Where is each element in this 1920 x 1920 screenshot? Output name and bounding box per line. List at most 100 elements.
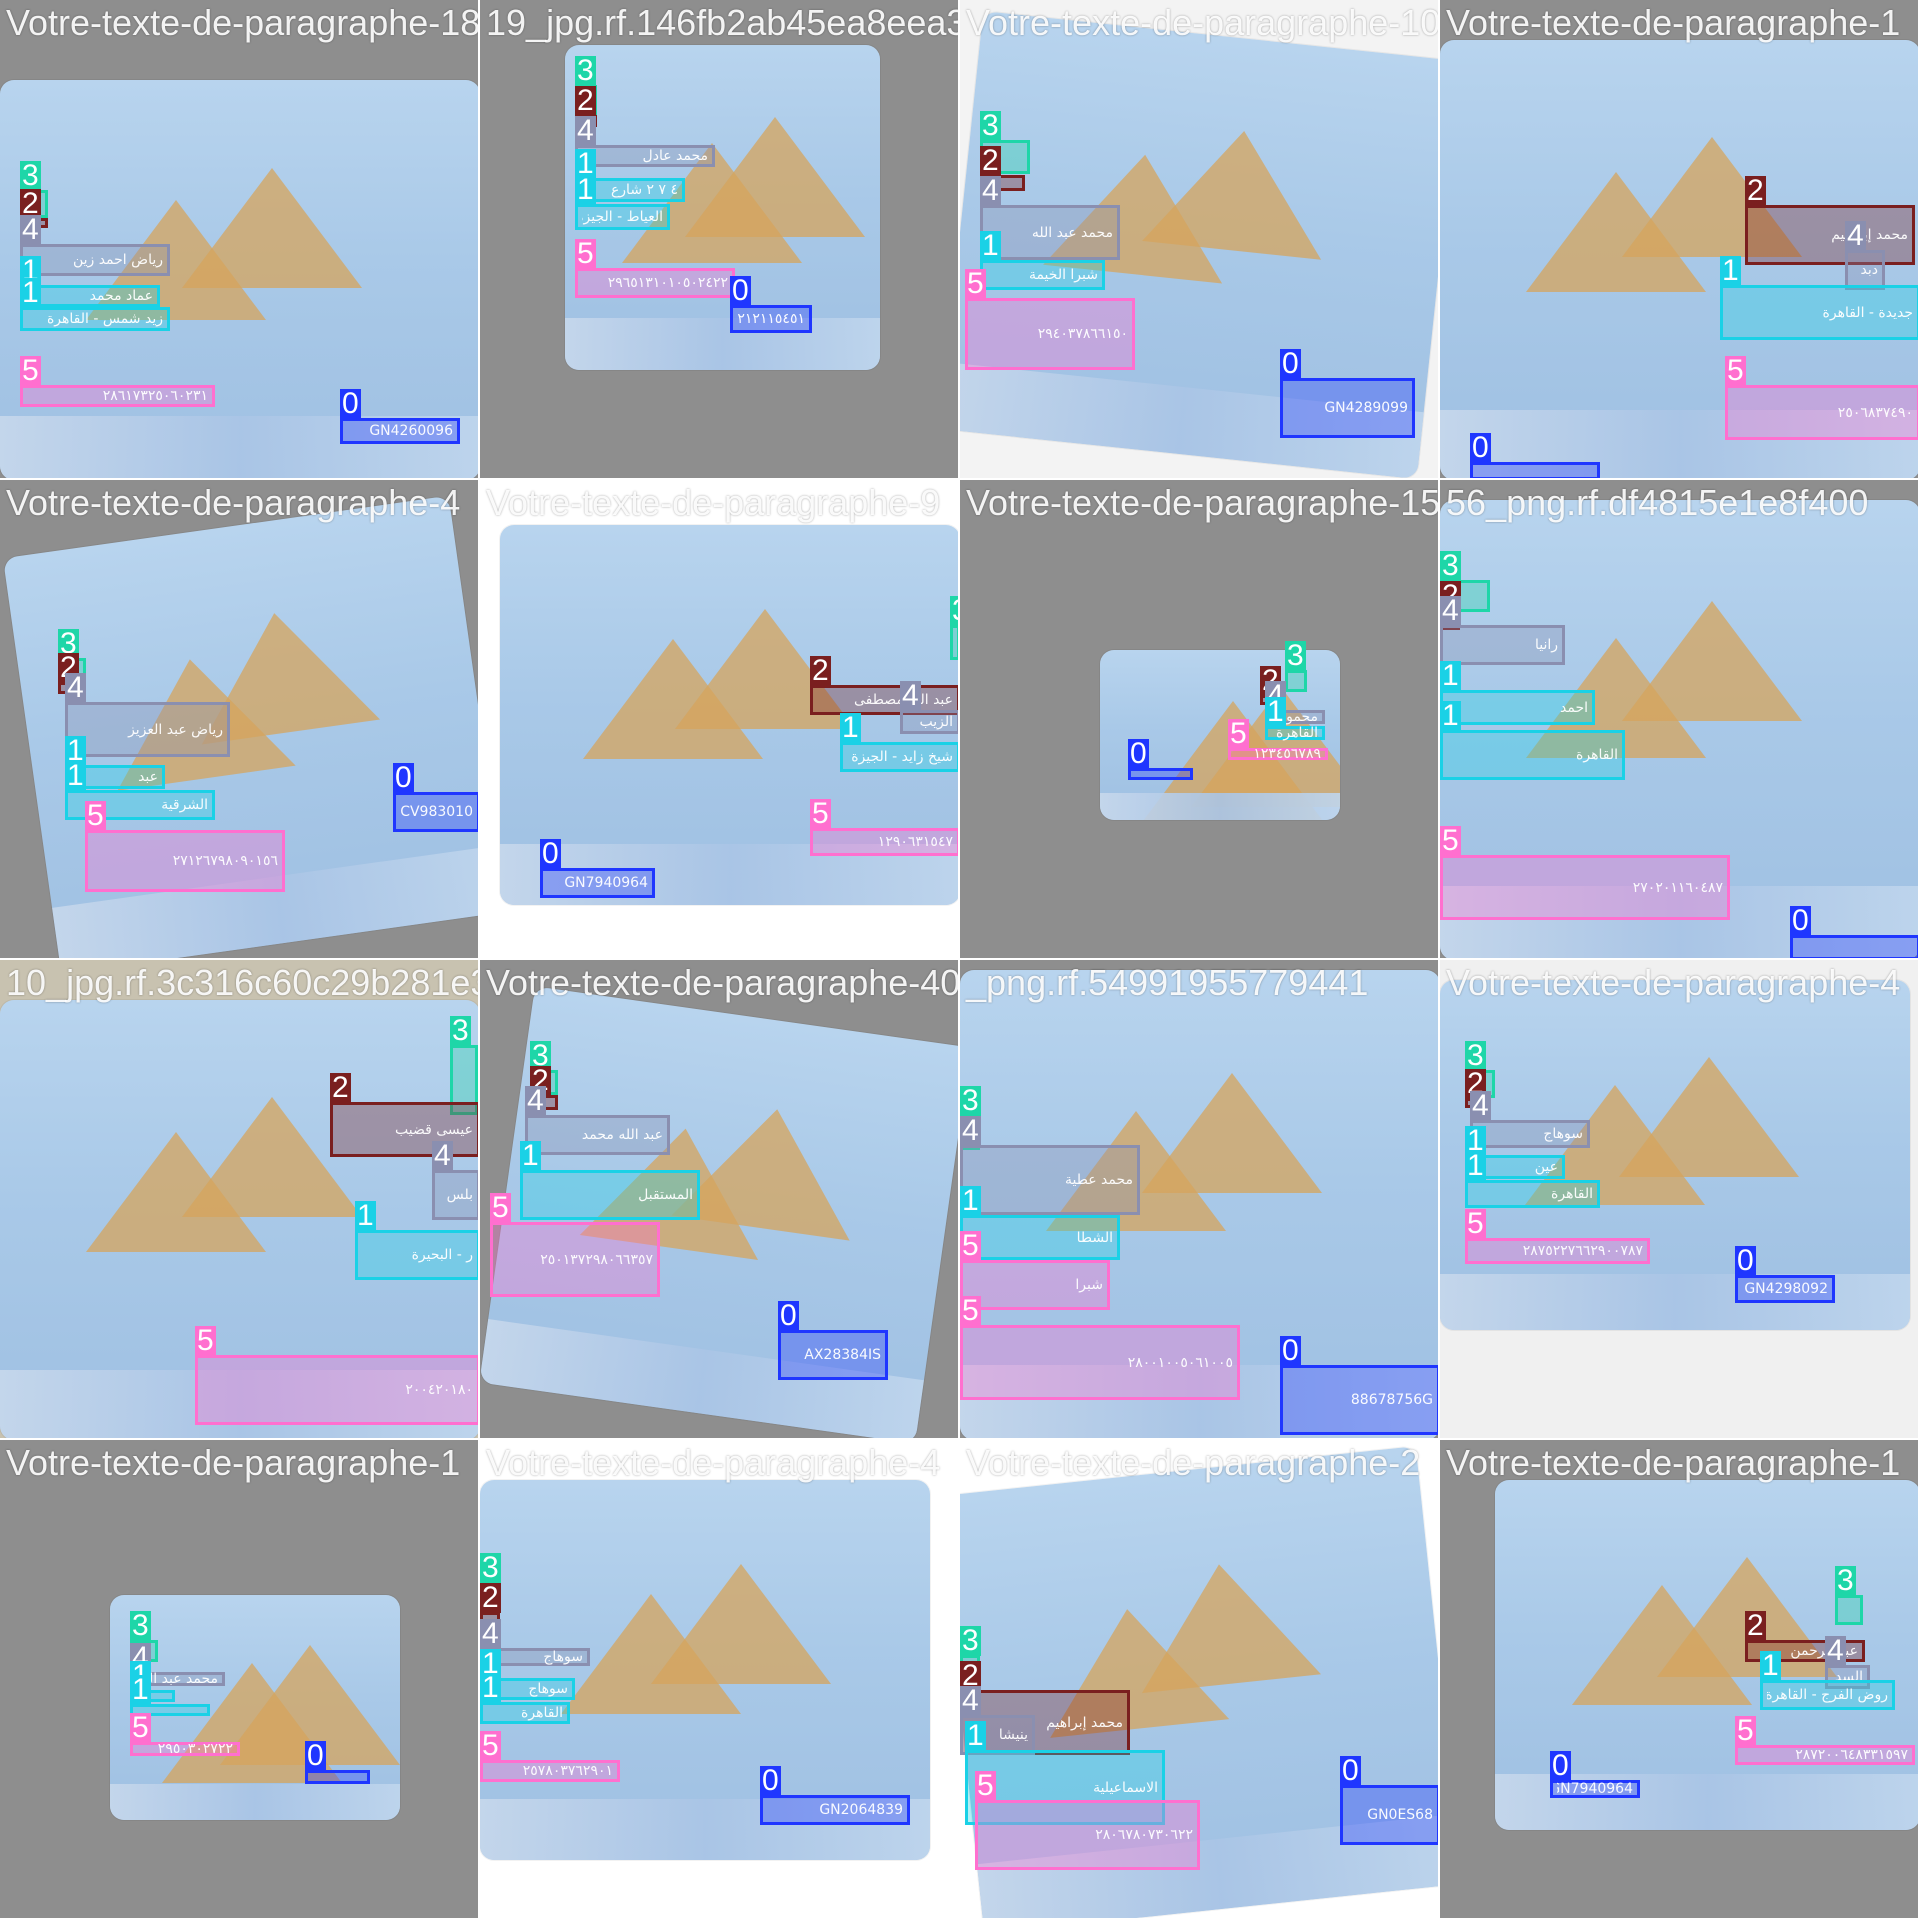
class-label: 3 xyxy=(1835,1564,1856,1597)
class-label: 5 xyxy=(130,1711,151,1744)
detection-box-class-5: 5 ٢٥٧٨٠٣٧٦٢٩٠١ xyxy=(480,1731,620,1782)
detection-box-class-5: 5 ١٢٣٤٥٦٧٨٩ xyxy=(1228,719,1328,762)
class-label: 4 xyxy=(432,1139,453,1172)
field-text: شبرا الخيمة xyxy=(1028,267,1098,283)
mosaic-tile: 3 2 عيسى قضيب 4 بلس 1 ر - البحيرة 5 ٢٠٠٤٢٠١٨٠ 10_… xyxy=(0,960,480,1440)
field-text: القاهرة xyxy=(1576,747,1618,763)
class-label: 5 xyxy=(20,354,41,387)
field-text: CV983010 xyxy=(400,804,473,820)
class-label: 2 xyxy=(810,654,831,687)
detection-box-class-4: 4 رياض عبد العزيز xyxy=(65,673,230,757)
detection-box-class-3: 3 xyxy=(1835,1566,1863,1625)
class-label: 1 xyxy=(20,276,41,309)
class-label: 4 xyxy=(1470,1089,1491,1122)
class-label: 5 xyxy=(1725,354,1746,387)
field-text: ٢٩٤٠٣٧٨٦٦١٥٠ xyxy=(1037,326,1128,342)
class-label: 5 xyxy=(810,797,831,830)
detection-box-class-1: 1 عماد محمد xyxy=(20,256,160,307)
detection-box-class-1: 1 المستقبل xyxy=(520,1141,700,1220)
portrait-photo xyxy=(840,1125,940,1275)
detection-box-class-1: 1 روض الفرج - القاهرة xyxy=(1760,1651,1895,1710)
class-label: 0 xyxy=(778,1299,799,1332)
mosaic-tile: 3 2 4 رياض عبد العزيز 1 عبد 1 الشرقية 5 ٢٧١٢٦٧٩٨٠… xyxy=(0,480,480,960)
tile-filename-caption: 19_jpg.rf.146fb2ab45ea8eea3 xyxy=(486,2,960,43)
class-label: 0 xyxy=(1280,1334,1301,1367)
detection-box-class-0: 0 GN4260096 xyxy=(340,389,460,444)
tile-filename-caption: 10_jpg.rf.3c316c60c29b281e38 xyxy=(6,962,480,1003)
field-text: GN4260096 xyxy=(369,423,453,439)
field-text: ٢٩٥٠٣٠٢٧٢٢ xyxy=(157,1741,233,1757)
detection-box-class-4: 4 دبد xyxy=(1845,221,1885,290)
portrait-photo xyxy=(810,60,890,180)
detection-box-class-3: 3 xyxy=(950,596,958,660)
class-label: 4 xyxy=(525,1084,546,1117)
class-label: 0 xyxy=(1470,431,1491,464)
tile-filename-caption: Votre-texte-de-paragraphe-1 xyxy=(1446,2,1901,43)
field-text: شيخ زايد - الجيزة xyxy=(851,749,953,765)
class-label: 1 xyxy=(1720,254,1741,287)
tile-filename-caption: Votre-texte-de-paragraphe-15 xyxy=(966,482,1440,523)
tile-filename-caption: Votre-texte-de-paragraphe-4 xyxy=(6,482,461,523)
class-label: 1 xyxy=(480,1671,501,1704)
field-text: عبد الله مصطفى xyxy=(854,692,953,708)
detection-box-class-4: 4 رانيا xyxy=(1440,596,1565,665)
class-label: 3 xyxy=(450,1014,471,1047)
tile-filename-caption: Votre-texte-de-paragraphe-1 xyxy=(1446,1442,1901,1483)
portrait-photo xyxy=(1840,530,1918,730)
detection-box-class-5: 5 ٢٥٠٦٨٣٧٤٩٠ xyxy=(1725,356,1918,440)
mosaic-tile: 324محمود علي1القاهرة5١٢٣٤٥٦٧٨٩0Votre-tex… xyxy=(960,480,1440,960)
mosaic-tile: 3 2 4 رياض احمد زين 1 عماد محمد 1 زيد شمس - الق… xyxy=(0,0,480,480)
field-text: GN7940964 xyxy=(1557,1781,1633,1797)
detection-box-class-5: 5 ١٢٩٠٦٣١٥٤٧ xyxy=(810,799,958,856)
class-label: 2 xyxy=(1745,1609,1766,1642)
class-label: 3 xyxy=(960,1084,981,1117)
class-label: 4 xyxy=(575,114,596,147)
detection-box-class-0: 0 88678756G xyxy=(1280,1336,1438,1435)
mosaic-tile: 3 2 عبد الرحمن 4 السد 1 روض الفرج - القاهرة 5 ٢٨… xyxy=(1440,1440,1920,1920)
class-label: 1 xyxy=(355,1199,376,1232)
field-text: ٢٨٦١٧٣٢٥٠٦٠٢٣١ xyxy=(102,388,208,404)
field-text: زيد شمس - القاهرة xyxy=(46,311,163,327)
portrait-photo xyxy=(325,1615,390,1700)
detection-box-class-4: 4 عبد الله محمد xyxy=(525,1086,670,1155)
field-text: دبد xyxy=(1860,262,1878,278)
class-label: 1 xyxy=(65,759,86,792)
class-label: 2 xyxy=(330,1071,351,1104)
field-text: ٤ ٧ ٢ شارع xyxy=(610,182,678,198)
field-text: ٢٥٠٦٨٣٧٤٩٠ xyxy=(1837,404,1913,421)
field-text: محمد إبراهيم xyxy=(1831,227,1908,243)
detection-box-class-1: 1 شبرا الخيمة xyxy=(980,231,1105,290)
field-text: روض الفرج - القاهرة xyxy=(1767,1687,1888,1703)
class-label: 0 xyxy=(1790,904,1811,937)
class-label: 2 xyxy=(480,1581,501,1614)
class-label: 1 xyxy=(840,711,861,744)
detection-box-class-0: 0 GN0ES68 xyxy=(1340,1756,1438,1845)
detection-box-class-1: 1 شيخ زايد - الجيزة xyxy=(840,713,958,772)
class-label: 4 xyxy=(1845,219,1866,252)
field-text: ٢٨٠٦٧٨٠٧٣٠٦٢٢ xyxy=(1095,1827,1193,1843)
tile-filename-caption: Votre-texte-de-paragraphe-2 xyxy=(966,1442,1421,1483)
detection-box-class-5: 5 ٢٩٥٠٣٠٢٧٢٢ xyxy=(130,1713,240,1757)
class-label: 4 xyxy=(480,1617,501,1650)
detection-box-class-5: 5 ٢٨٦١٧٣٢٥٠٦٠٢٣١ xyxy=(20,356,215,407)
mosaic-tile: 2 محمد إبراهيم 4 دبد 1 جديدة - القاهرة 5 ٢٥٠٦٨٣… xyxy=(1440,0,1920,480)
field-text: المستقبل xyxy=(638,1187,693,1203)
class-label: 0 xyxy=(393,761,414,794)
pyramid-graphic xyxy=(1129,1554,1322,1693)
pyramid-graphic xyxy=(182,168,363,288)
class-label: 4 xyxy=(20,213,41,246)
class-label: 0 xyxy=(1280,347,1301,380)
field-text: الاسماعيلية xyxy=(1093,1779,1158,1796)
field-text: العياط - الجيزة xyxy=(582,209,663,225)
card-bottom-strip xyxy=(110,1784,400,1820)
mosaic-tile: 3 2 4 سوهاج 1 سوهاج 1 القاهرة 5 ٢٥٧٨٠٣٧٦٢٩٠١ 0 GN20… xyxy=(480,1440,960,1920)
field-text: ٢١٢١١٥٤٥١ xyxy=(737,311,805,327)
pyramid-graphic xyxy=(1622,601,1803,722)
detection-box-class-4: 4 محمد عطية xyxy=(960,1116,1140,1215)
mosaic-tile: 34محمد عبد الرحمن115٢٩٥٠٣٠٢٧٢٢0Votre-tex… xyxy=(0,1440,480,1920)
class-label: 4 xyxy=(960,1684,981,1717)
card-bottom-strip xyxy=(1100,792,1340,820)
class-label: 1 xyxy=(520,1139,541,1172)
class-label: 5 xyxy=(575,237,596,270)
detection-box-class-0: 0 GN7940964 xyxy=(540,839,655,898)
